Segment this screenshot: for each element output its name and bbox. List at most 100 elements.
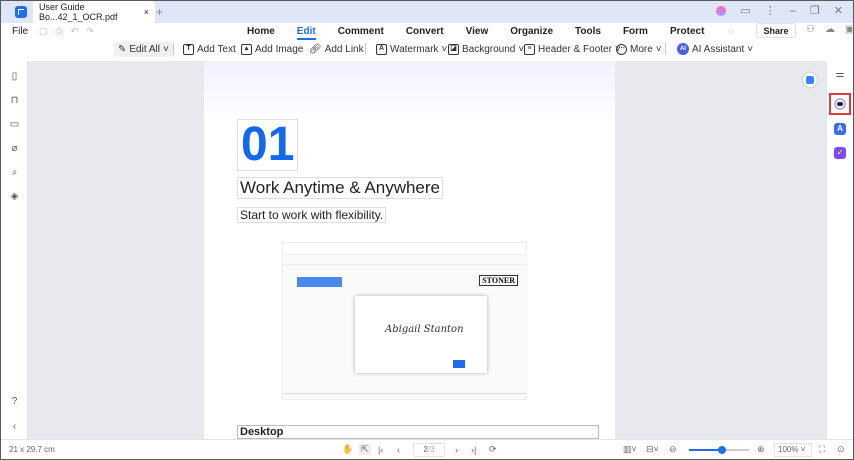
tab-comment[interactable]: Comment [338,26,384,37]
more-options-icon[interactable]: ⋮ [765,4,776,17]
comment-icon[interactable]: ▭ [9,119,20,130]
watermark-icon: A [376,43,387,55]
header-footer-icon: ≡ [524,43,535,55]
watermark-button[interactable]: A Watermark ˅ [376,43,448,55]
document-canvas: 01 Work Anytime & Anywhere Start to work… [28,61,826,439]
tab-form[interactable]: Form [623,26,648,37]
attachment-icon[interactable]: ⌀ [9,143,20,154]
add-text-label: Add Text [197,43,236,55]
embedded-screenshot-image[interactable]: STONER Abigail Stanton [282,242,527,400]
add-image-label: Add Image [255,43,304,55]
text-box-icon: T [183,43,194,55]
settings-icon[interactable]: ⊙ [837,444,845,455]
zoom-out-icon[interactable]: ⊖ [669,444,677,455]
page-heading[interactable]: Work Anytime & Anywhere [237,177,443,199]
tab-view[interactable]: View [466,26,489,37]
archive-icon[interactable]: ▣ [845,24,853,35]
left-sidebar: ▯ ⊓ ▭ ⌀ ⌕ ◈ ? ‹ [1,61,28,439]
close-window-icon[interactable]: ✕ [834,4,843,17]
section-heading[interactable]: Desktop [237,425,599,439]
page-subheading[interactable]: Start to work with flexibility. [237,207,387,223]
rotate-icon[interactable]: ⟳ [489,444,497,455]
tab-edit[interactable]: Edit [296,26,316,40]
add-image-button[interactable]: ▴ Add Image [241,43,304,55]
previous-page-icon[interactable]: ‹ [397,445,400,455]
restore-icon[interactable]: ❐ [810,4,820,17]
cloud-upload-icon[interactable]: ☁ [825,24,835,35]
avatar[interactable] [716,5,727,16]
background-button[interactable]: ◪ Background ˅ [448,43,524,55]
lightbulb-icon[interactable]: ☼ [726,26,735,37]
ai-icon: AI [677,43,689,55]
bookmark-icon[interactable]: ⊓ [9,95,20,106]
tab-title: User Guide Bo...42_1_OCR.pdf [39,2,118,22]
page-thumbnail-icon[interactable]: ▯ [9,71,20,82]
embedded-signature: Abigail Stanton [385,324,464,335]
tab-organize[interactable]: Organize [510,26,553,37]
more-dots-icon: ⋯ [616,43,627,55]
link-icon: 🔗︎ [309,43,322,55]
network-icon[interactable]: ⚇ [806,24,815,35]
edit-pen-icon: ✎ [118,43,127,55]
edit-all-label: Edit All [129,43,160,55]
ai-assistant-button[interactable]: AI AI Assistant ˅ [677,43,753,55]
total-pages: /3 [427,445,435,454]
last-page-icon[interactable]: ›| [471,445,476,455]
proofread-icon[interactable]: ✓ [834,147,846,159]
chevron-down-icon: ˅ [162,43,169,55]
more-button[interactable]: ⋯ More ˅ [616,43,662,55]
menu-bar: File ▢⎙↶↷ Home Edit Comment Convert View… [1,23,853,40]
share-button[interactable]: Share [756,23,796,38]
feedback-icon[interactable]: ▭ [740,4,750,17]
properties-sliders-icon[interactable]: ⚌ [834,69,846,81]
pdf-page: 01 Work Anytime & Anywhere Start to work… [204,61,615,439]
tab-protect[interactable]: Protect [670,26,704,37]
background-icon: ◪ [448,43,459,55]
edit-toolbar: ✎ Edit All ˅ T Add Text ▴ Add Image 🔗︎ Add Li… [1,39,853,59]
tab-tools[interactable]: Tools [575,26,601,37]
app-window: User Guide Bo...42_1_OCR.pdf × + ▭ ⋮ – ❐ … [1,1,853,459]
embedded-brand: STONER [479,275,518,286]
right-sidebar: ⚌ A ✓ [826,61,853,439]
header-footer-label: Header & Footer [538,43,612,55]
more-label: More [630,43,653,55]
translate-icon[interactable]: A [834,123,846,135]
document-tab[interactable]: User Guide Bo...42_1_OCR.pdf × [33,1,155,23]
search-icon[interactable]: ⌕ [9,167,20,178]
zoom-slider[interactable] [689,446,749,454]
image-icon: ▴ [241,43,252,55]
add-link-label: Add Link [324,43,364,55]
next-page-icon[interactable]: › [455,445,458,455]
title-bar: User Guide Bo...42_1_OCR.pdf × + ▭ ⋮ – ❐ … [1,1,853,23]
page-layout-icon[interactable]: ▥˅ [623,444,637,455]
add-link-button[interactable]: 🔗︎ Add Link [309,44,364,55]
layers-icon[interactable]: ◈ [9,191,20,202]
zoom-in-icon[interactable]: ⊕ [757,444,765,455]
close-tab-icon[interactable]: × [144,7,149,17]
ocr-floating-icon[interactable] [803,73,817,87]
chevron-down-icon: ˅ [441,43,448,55]
zoom-value: 100% [778,445,799,454]
first-page-icon[interactable]: |‹ [378,445,383,455]
tab-home[interactable]: Home [247,26,275,37]
zoom-select[interactable]: 100% ˅ [774,443,812,457]
file-menu[interactable]: File [12,26,28,37]
ai-chatbot-icon[interactable] [834,98,846,110]
quick-access-icons: ▢⎙↶↷ [39,25,102,36]
background-label: Background [462,43,516,55]
hand-tool-icon[interactable]: ✋ [342,444,353,455]
status-bar: 21 x 29.7 cm ✋ ⇱ |‹ ‹ 2/3 › ›| ⟳ ▥˅ ⊟˅ ⊖… [1,439,853,459]
header-footer-button[interactable]: ≡ Header & Footer ˅ [524,43,621,55]
new-tab-button[interactable]: + [156,5,163,19]
minimize-icon[interactable]: – [790,5,796,17]
add-text-button[interactable]: T Add Text [183,43,236,55]
edit-all-button[interactable]: ✎ Edit All ˅ [114,41,173,57]
fullscreen-icon[interactable]: ⛶ [819,444,825,455]
chapter-number[interactable]: 01 [237,119,299,171]
page-number-input[interactable]: 2/3 [413,443,445,457]
select-tool-icon[interactable]: ⇱ [359,444,371,455]
read-mode-icon[interactable]: ⊟˅ [646,444,659,455]
collapse-icon[interactable]: ‹ [9,421,20,432]
help-icon[interactable]: ? [9,396,20,407]
tab-convert[interactable]: Convert [406,26,444,37]
